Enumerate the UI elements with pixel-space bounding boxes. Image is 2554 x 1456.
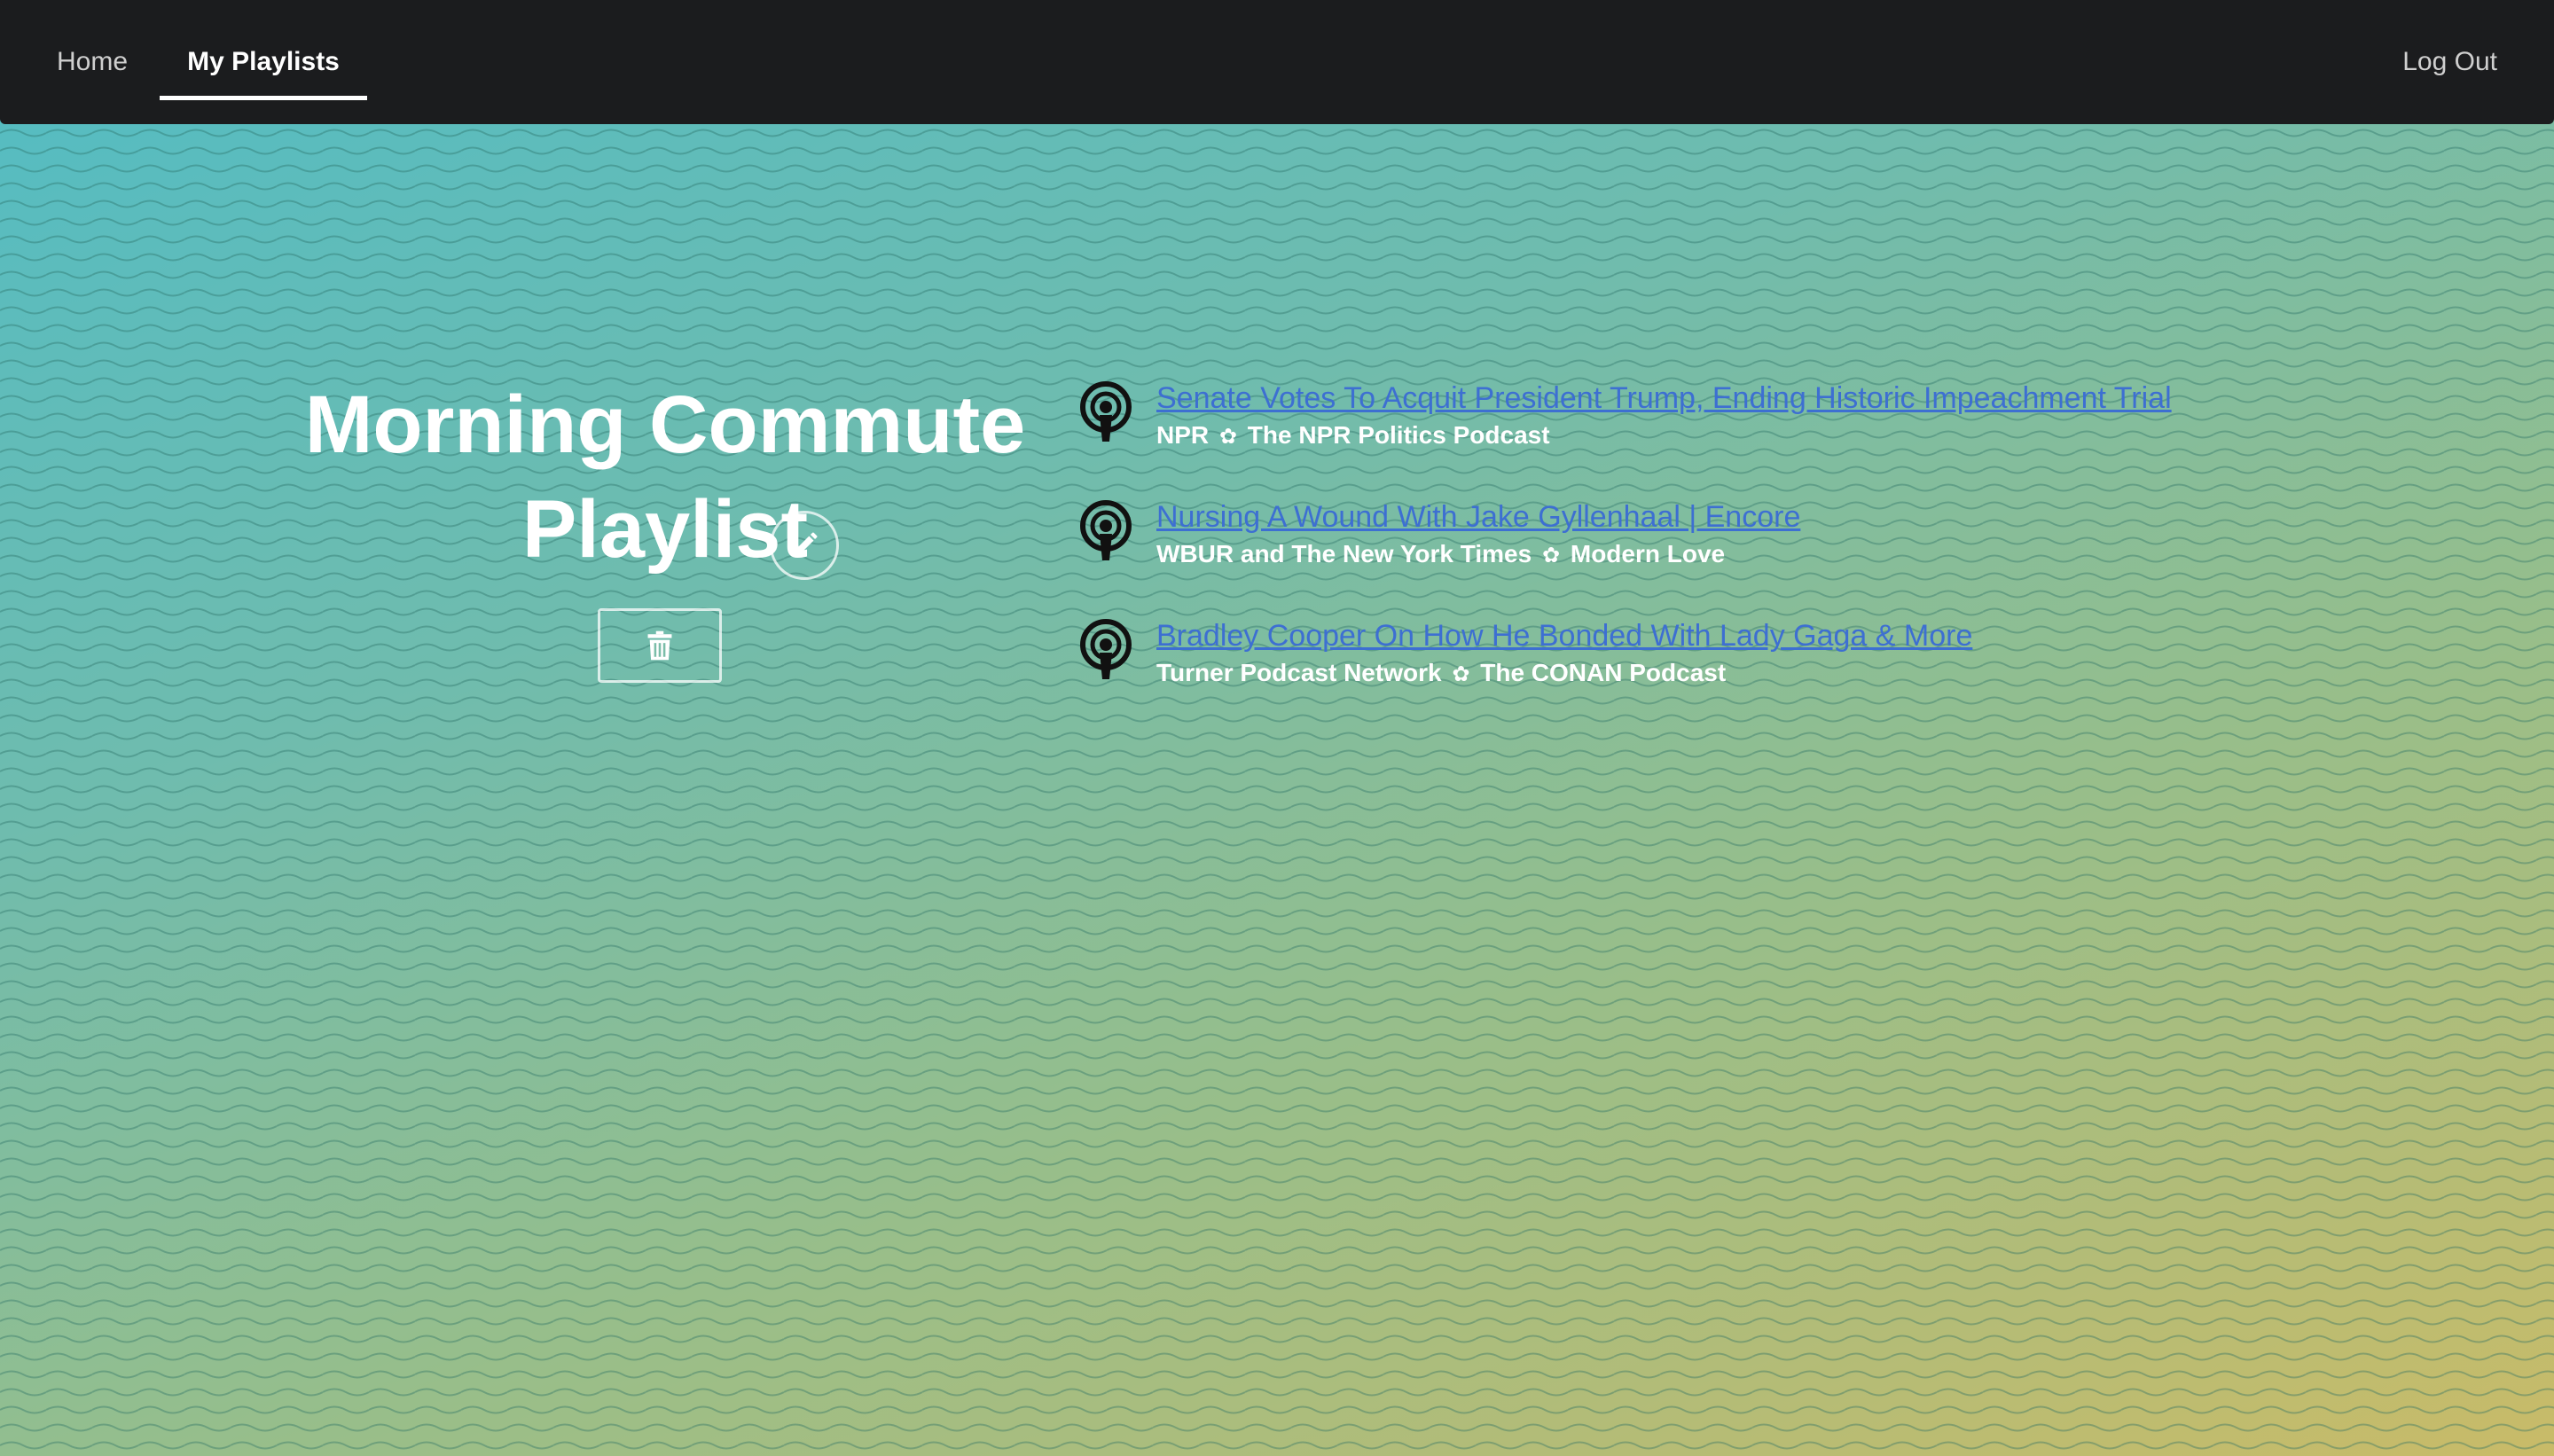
logout-link[interactable]: Log Out [2402,0,2497,124]
podcast-icon [1080,381,1132,442]
playlist-title-line2: Playlist [521,484,809,575]
edit-playlist-button[interactable] [770,511,839,580]
episode-title-link[interactable]: Bradley Cooper On How He Bonded With Lad… [1156,617,1972,654]
episode-item: Nursing A Wound With Jake Gyllenhaal | E… [1078,498,2409,578]
episode-item: Bradley Cooper On How He Bonded With Lad… [1078,617,2409,697]
flower-separator-icon: ✿ [1218,425,1238,449]
playlist-title-line1: Morning Commute [304,380,1026,470]
wave-pattern-background [0,124,2554,1456]
nav-home-link[interactable]: Home [57,0,128,124]
trash-icon [647,630,672,661]
episode-title-link[interactable]: Senate Votes To Acquit President Trump, … [1156,380,2172,417]
episode-podcast-name: The NPR Politics Podcast [1247,421,1550,449]
playlist-title: Morning Commute Playlist [302,372,1029,582]
episode-meta: WBUR and The New York Times ✿ Modern Lov… [1156,539,1725,571]
nav-my-playlists-label: My Playlists [187,47,340,76]
podcast-icon [1080,500,1132,560]
podcast-icon [1080,619,1132,679]
episode-item: Senate Votes To Acquit President Trump, … [1078,380,2409,459]
nav-my-playlists-link[interactable]: My Playlists [160,0,367,124]
episode-publisher: WBUR and The New York Times [1156,540,1532,568]
delete-playlist-button[interactable] [598,608,722,683]
pencil-icon [793,532,818,557]
episode-publisher: Turner Podcast Network [1156,659,1442,686]
episode-meta: NPR ✿ The NPR Politics Podcast [1156,420,1550,452]
top-navbar: Home My Playlists Log Out [0,0,2554,124]
flower-separator-icon: ✿ [1452,662,1470,686]
episode-podcast-name: The CONAN Podcast [1480,659,1727,686]
episode-meta: Turner Podcast Network ✿ The CONAN Podca… [1156,658,1726,690]
active-tab-indicator [160,96,367,100]
episode-publisher: NPR [1156,421,1210,449]
episode-title-link[interactable]: Nursing A Wound With Jake Gyllenhaal | E… [1156,498,1800,536]
flower-separator-icon: ✿ [1541,544,1561,568]
episode-podcast-name: Modern Love [1570,540,1726,568]
